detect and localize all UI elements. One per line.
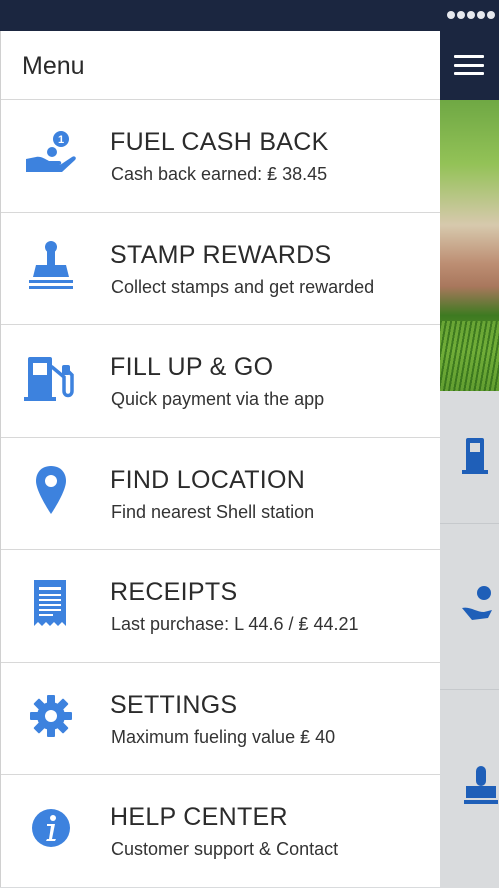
- menu-item-title: FIND LOCATION: [110, 465, 306, 494]
- menu-item-subtitle: Maximum fueling value ₤ 40: [111, 726, 336, 747]
- location-pin-icon: [24, 464, 78, 518]
- info-icon: [24, 801, 78, 855]
- menu-item-title: STAMP REWARDS: [110, 240, 332, 269]
- menu-item-fuel-cash-back[interactable]: 1 FUEL CASH BACK Cash back earned: ₤ 38.…: [1, 100, 440, 213]
- receipt-icon: [24, 576, 78, 630]
- menu-item-title: FUEL CASH BACK: [110, 128, 329, 156]
- gear-icon: [24, 689, 78, 743]
- background-row: [440, 690, 499, 887]
- fuel-pump-icon: [462, 438, 488, 474]
- menu-item-subtitle: Cash back earned: ₤ 38.45: [111, 164, 328, 184]
- menu-item-title: SETTINGS: [110, 690, 238, 719]
- fuel-pump-icon: [24, 351, 78, 405]
- background-row: [440, 524, 499, 690]
- menu-item-settings[interactable]: SETTINGS Maximum fueling value ₤ 40: [1, 663, 440, 775]
- hamburger-menu-icon[interactable]: [454, 55, 484, 75]
- menu-header: Menu: [1, 31, 440, 100]
- signal-strength-icon: [447, 11, 495, 19]
- cash-back-hand-icon: [462, 586, 492, 620]
- background-list: [440, 391, 499, 887]
- hero-image: [440, 100, 499, 391]
- menu-item-subtitle: Find nearest Shell station: [111, 501, 315, 522]
- menu-title: Menu: [22, 52, 85, 80]
- menu-item-subtitle: Collect stamps and get rewarded: [111, 276, 375, 297]
- menu-item-subtitle: Quick payment via the app: [111, 389, 325, 409]
- cash-back-hand-icon: 1: [24, 126, 78, 180]
- menu-item-stamp-rewards[interactable]: STAMP REWARDS Collect stamps and get rew…: [1, 213, 440, 325]
- menu-item-title: RECEIPTS: [110, 578, 238, 606]
- menu-item-receipts[interactable]: RECEIPTS Last purchase: L 44.6 / ₤ 44.21: [1, 550, 440, 663]
- status-bar: [0, 0, 499, 31]
- menu-item-help-center[interactable]: HELP CENTER Customer support & Contact: [1, 775, 440, 888]
- menu-item-title: FILL UP & GO: [110, 353, 274, 381]
- menu-item-find-location[interactable]: FIND LOCATION Find nearest Shell station: [1, 438, 440, 550]
- menu-item-title: HELP CENTER: [110, 803, 288, 831]
- side-menu: Menu 1 FUEL CASH BACK Cash back earned: …: [0, 31, 440, 887]
- stamp-icon: [24, 239, 78, 293]
- menu-item-subtitle: Customer support & Contact: [111, 839, 339, 859]
- menu-item-subtitle: Last purchase: L 44.6 / ₤ 44.21: [111, 614, 359, 634]
- svg-text:1: 1: [58, 134, 64, 146]
- background-row: [440, 391, 499, 524]
- menu-item-fill-up-and-go[interactable]: FILL UP & GO Quick payment via the app: [1, 325, 440, 438]
- stamp-icon: [464, 766, 498, 804]
- app-header: [440, 31, 499, 100]
